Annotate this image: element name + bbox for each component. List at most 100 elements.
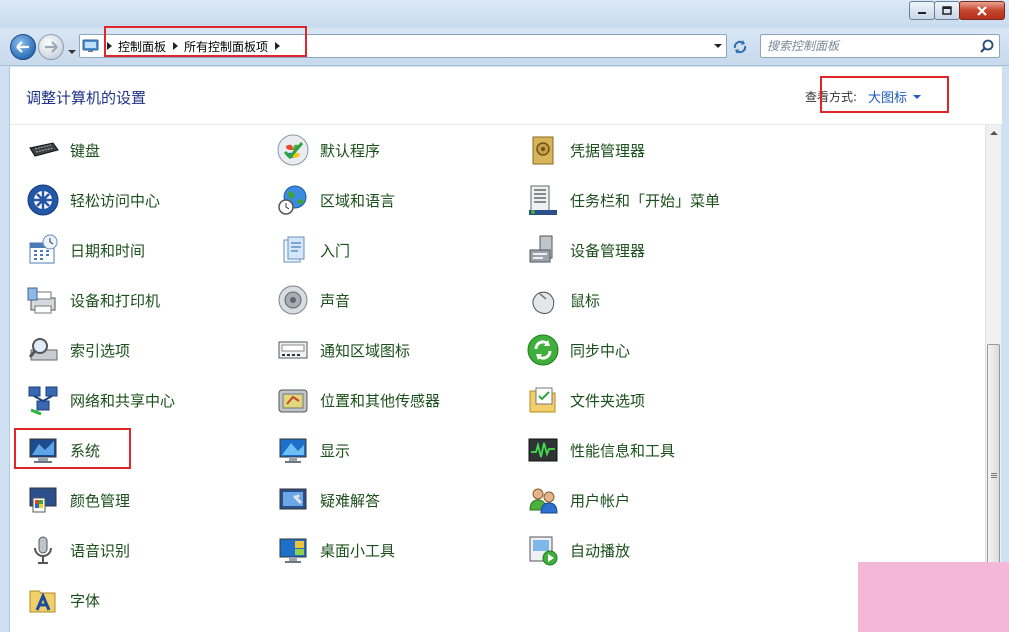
item-device-manager[interactable]: 设备管理器 — [526, 230, 645, 270]
address-dropdown-button[interactable] — [714, 44, 722, 48]
item-label: 任务栏和「开始」菜单 — [570, 191, 721, 210]
folder-options-icon — [526, 383, 560, 417]
arrow-right-icon — [45, 41, 58, 53]
breadcrumb-separator[interactable] — [173, 42, 179, 50]
view-by-dropdown[interactable]: 大图标 — [868, 87, 922, 106]
item-label: 文件夹选项 — [570, 391, 646, 410]
item-display[interactable]: 显示 — [276, 430, 350, 470]
item-label: 同步中心 — [570, 341, 631, 360]
item-network-sharing[interactable]: 网络和共享中心 — [26, 380, 175, 420]
chevron-down-icon — [913, 94, 922, 99]
item-label: 位置和其他传感器 — [320, 391, 441, 410]
item-label: 网络和共享中心 — [70, 391, 176, 410]
item-devices-printers[interactable]: 设备和打印机 — [26, 280, 160, 320]
breadcrumb-all-items[interactable]: 所有控制面板项 — [184, 38, 268, 55]
keyboard-icon — [26, 133, 60, 167]
item-performance[interactable]: 性能信息和工具 — [526, 430, 675, 470]
item-label: 日期和时间 — [70, 241, 146, 260]
item-label: 入门 — [320, 241, 351, 260]
item-autoplay[interactable]: 自动播放 — [526, 530, 630, 570]
indexing-options-icon — [26, 333, 60, 367]
item-taskbar-start-menu[interactable]: 任务栏和「开始」菜单 — [526, 180, 720, 220]
address-bar[interactable]: 控制面板 所有控制面板项 — [79, 34, 727, 58]
item-getting-started[interactable]: 入门 — [276, 230, 350, 270]
close-button[interactable] — [959, 1, 1005, 20]
forward-button[interactable] — [38, 34, 64, 60]
item-label: 默认程序 — [320, 141, 381, 160]
item-label: 显示 — [320, 441, 351, 460]
item-sound[interactable]: 声音 — [276, 280, 350, 320]
item-color-management[interactable]: 颜色管理 — [26, 480, 130, 520]
performance-icon — [526, 433, 560, 467]
item-default-programs[interactable]: 默认程序 — [276, 130, 380, 170]
breadcrumb-control-panel[interactable]: 控制面板 — [118, 38, 166, 55]
item-label: 疑难解答 — [320, 491, 381, 510]
item-label: 系统 — [70, 441, 101, 460]
control-panel-icon — [82, 39, 99, 52]
item-label: 颜色管理 — [70, 491, 131, 510]
item-notification-area[interactable]: 通知区域图标 — [276, 330, 410, 370]
scroll-up-arrow-icon[interactable] — [990, 131, 998, 135]
item-label: 凭据管理器 — [570, 141, 646, 160]
fonts-icon — [26, 583, 60, 617]
breadcrumb-separator[interactable] — [107, 42, 112, 50]
sync-center-icon — [526, 333, 560, 367]
location-sensors-icon — [276, 383, 310, 417]
search-icon[interactable] — [980, 39, 994, 53]
minimize-button[interactable] — [909, 1, 935, 20]
credential-manager-icon — [526, 133, 560, 167]
color-management-icon — [26, 483, 60, 517]
back-button[interactable] — [10, 34, 36, 60]
item-label: 自动播放 — [570, 541, 631, 560]
system-icon — [26, 433, 60, 467]
vertical-scrollbar[interactable] — [985, 125, 1001, 632]
item-ease-of-access[interactable]: 轻松访问中心 — [26, 180, 160, 220]
devices-printers-icon — [26, 283, 60, 317]
search-input[interactable] — [767, 38, 967, 54]
recent-pages-button[interactable] — [67, 42, 77, 54]
minimize-icon — [918, 11, 926, 14]
speech-recognition-icon — [26, 533, 60, 567]
item-fonts[interactable]: 字体 — [26, 580, 100, 620]
item-label: 设备管理器 — [570, 241, 646, 260]
item-label: 设备和打印机 — [70, 291, 161, 310]
item-speech-recognition[interactable]: 语音识别 — [26, 530, 130, 570]
content-pane: 调整计算机的设置 查看方式: 大图标 键盘 轻松访问中心 日期和时间 设备和打印… — [9, 67, 1002, 632]
refresh-button[interactable] — [729, 36, 751, 58]
window-title-bar — [0, 0, 1009, 28]
date-time-icon — [26, 233, 60, 267]
refresh-icon — [733, 40, 747, 54]
item-troubleshooting[interactable]: 疑难解答 — [276, 480, 380, 520]
display-icon — [276, 433, 310, 467]
arrow-left-icon — [16, 41, 29, 53]
maximize-button[interactable] — [934, 1, 960, 20]
corner-overlay — [858, 562, 1009, 632]
item-mouse[interactable]: 鼠标 — [526, 280, 600, 320]
scrollbar-grip-icon — [991, 473, 997, 479]
item-keyboard[interactable]: 键盘 — [26, 130, 100, 170]
item-label: 区域和语言 — [320, 191, 396, 210]
user-accounts-icon — [526, 483, 560, 517]
content-header: 调整计算机的设置 查看方式: 大图标 — [10, 67, 1002, 125]
item-label: 鼠标 — [570, 291, 601, 310]
item-desktop-gadgets[interactable]: 桌面小工具 — [276, 530, 395, 570]
search-box — [760, 34, 1000, 58]
item-location-sensors[interactable]: 位置和其他传感器 — [276, 380, 440, 420]
mouse-icon — [526, 283, 560, 317]
item-date-time[interactable]: 日期和时间 — [26, 230, 145, 270]
control-panel-items: 键盘 轻松访问中心 日期和时间 设备和打印机 索引选项 网络和共享中心 系统 颜… — [10, 125, 985, 632]
troubleshooting-icon — [276, 483, 310, 517]
item-region-language[interactable]: 区域和语言 — [276, 180, 395, 220]
item-credential-manager[interactable]: 凭据管理器 — [526, 130, 645, 170]
breadcrumb-separator[interactable] — [275, 42, 281, 50]
item-label: 桌面小工具 — [320, 541, 396, 560]
chevron-down-icon — [68, 50, 76, 54]
item-indexing-options[interactable]: 索引选项 — [26, 330, 130, 370]
device-manager-icon — [526, 233, 560, 267]
item-label: 通知区域图标 — [320, 341, 411, 360]
item-system[interactable]: 系统 — [26, 430, 100, 470]
item-user-accounts[interactable]: 用户帐户 — [526, 480, 630, 520]
item-folder-options[interactable]: 文件夹选项 — [526, 380, 645, 420]
item-sync-center[interactable]: 同步中心 — [526, 330, 630, 370]
item-label: 语音识别 — [70, 541, 131, 560]
